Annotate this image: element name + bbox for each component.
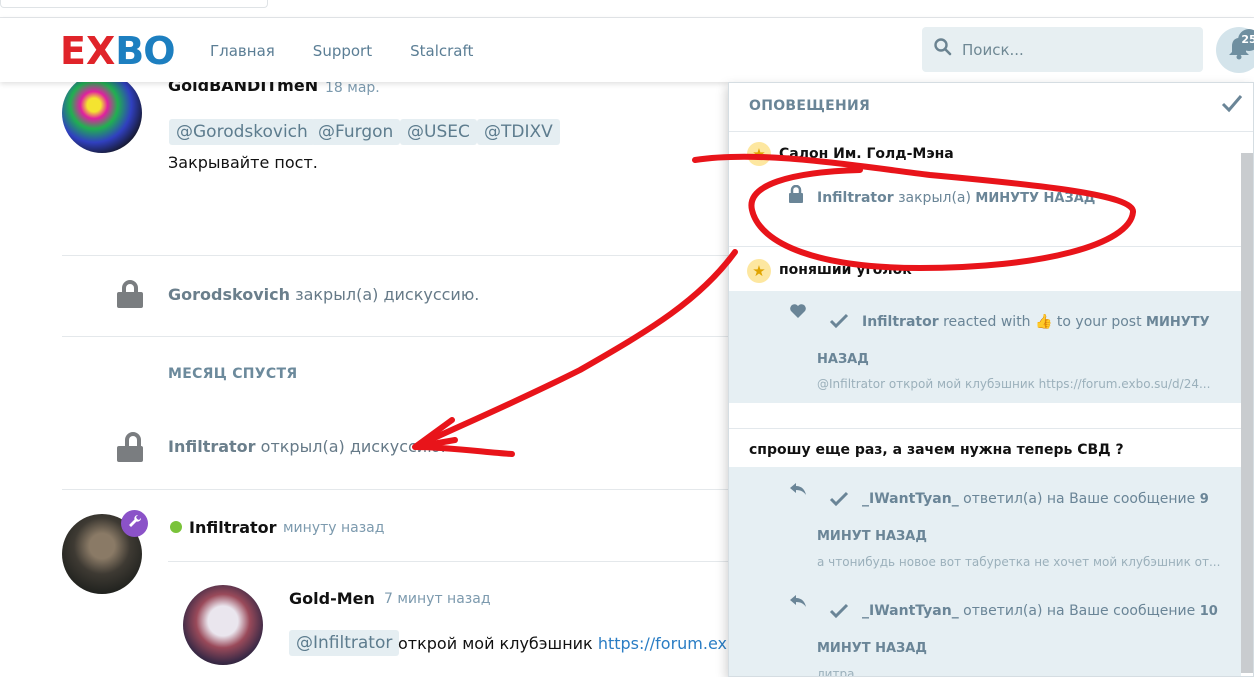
- group-separator: [729, 428, 1241, 429]
- reply-icon: [789, 592, 807, 613]
- avatar[interactable]: [62, 73, 142, 153]
- event-user[interactable]: Infiltrator: [168, 437, 256, 456]
- notification-item[interactable]: _IWantTyan_ ответил(а) на Ваше сообщение…: [862, 491, 1209, 507]
- event-user[interactable]: Gorodskovich: [168, 285, 290, 304]
- divider-line: [62, 489, 728, 490]
- notification-item[interactable]: _IWantTyan_ ответил(а) на Ваше сообщение…: [862, 603, 1218, 619]
- group-title[interactable]: Салон Им. Голд-Мэна: [779, 146, 954, 162]
- site-header: E X BO Главная Support Stalcraft Поиск... …: [0, 18, 1254, 82]
- notification-excerpt: а чтонибудь новое вот табуретка не хочет…: [817, 555, 1221, 569]
- annotation-arrow: [413, 249, 738, 457]
- main-nav: Главная Support Stalcraft: [210, 42, 473, 60]
- notification-count-badge: 25: [1238, 29, 1254, 51]
- wrench-icon: [121, 510, 148, 537]
- reply-icon: [789, 480, 807, 501]
- mention[interactable]: @USEC: [400, 119, 477, 145]
- group-title[interactable]: спрошу еще раз, а зачем нужна теперь СВД…: [749, 442, 1124, 458]
- time-gap-label: МЕСЯЦ СПУСТЯ: [168, 366, 298, 382]
- reply-time[interactable]: 7 минут назад: [384, 591, 491, 607]
- avatar[interactable]: [183, 585, 263, 665]
- scrollbar[interactable]: [1241, 153, 1253, 673]
- panel-title: ОПОВЕЩЕНИЯ: [749, 98, 871, 114]
- nav-stalcraft[interactable]: Stalcraft: [410, 42, 473, 60]
- notification-time: МИНУТ НАЗАД: [817, 641, 927, 656]
- check-icon: [829, 491, 849, 512]
- notification-excerpt: @Infiltrator открой мой клубэшник https:…: [817, 377, 1211, 391]
- mention[interactable]: @Gorodskovich: [169, 119, 315, 145]
- event-text: закрыл(а) дискуссию.: [295, 285, 480, 304]
- divider-line: [62, 336, 728, 337]
- group-separator: [729, 246, 1241, 247]
- check-icon: [829, 313, 849, 334]
- notification-time: МИНУТ НАЗАД: [817, 529, 927, 544]
- notification-time: НАЗАД: [817, 352, 869, 367]
- event-text: открыл(а) дискуссию.: [260, 437, 446, 456]
- search-input[interactable]: Поиск...: [922, 27, 1203, 72]
- divider-line: [62, 255, 728, 256]
- reply-link[interactable]: https://forum.exbo: [598, 634, 747, 653]
- mention[interactable]: @TDIXV: [477, 119, 560, 145]
- notification-excerpt: литра: [817, 667, 855, 677]
- thumbs-up-emoji: 👍: [1035, 314, 1053, 330]
- reply-body: открой мой клубэшник https://forum.exbo: [398, 634, 747, 653]
- browser-top-strip: [0, 0, 1254, 18]
- post-time[interactable]: 18 мар.: [325, 80, 380, 96]
- nav-support[interactable]: Support: [313, 42, 372, 60]
- search-icon: [934, 38, 952, 61]
- mark-all-read-icon[interactable]: [1221, 92, 1243, 120]
- post-time[interactable]: минуту назад: [283, 520, 384, 536]
- online-indicator: [170, 521, 182, 533]
- notification-item[interactable]: Infiltrator закрыл(а) МИНУТУ НАЗАД: [817, 190, 1095, 206]
- check-icon: [829, 603, 849, 624]
- post-body: Закрывайте пост.: [168, 153, 318, 172]
- reply-author[interactable]: Gold-Men: [289, 589, 375, 608]
- post-author: Infiltrator: [170, 518, 277, 537]
- star-icon: ★: [747, 259, 771, 283]
- mention[interactable]: @Furgon: [311, 119, 401, 145]
- search-placeholder: Поиск...: [962, 40, 1024, 59]
- lock-icon: [789, 184, 803, 208]
- panel-header: ОПОВЕЩЕНИЯ: [729, 83, 1253, 132]
- group-title[interactable]: поняший уголок: [779, 262, 912, 278]
- lock-icon: [117, 280, 143, 308]
- mention[interactable]: @Infiltrator: [289, 630, 400, 656]
- notifications-panel: ОПОВЕЩЕНИЯ ★ Салон Им. Голд-Мэна Infiltr…: [728, 82, 1254, 677]
- heart-icon: [789, 303, 807, 324]
- discussion-opened-event: Infiltrator открыл(а) дискуссию.: [168, 437, 446, 456]
- tab-fragment: [0, 0, 268, 8]
- divider-line: [168, 561, 728, 562]
- notification-text: Infiltrator reacted with 👍 to your post …: [862, 314, 1210, 330]
- star-icon: ★: [747, 142, 771, 166]
- nav-home[interactable]: Главная: [210, 42, 275, 60]
- notifications-button[interactable]: 25: [1216, 27, 1254, 73]
- exbo-logo[interactable]: E X BO: [60, 29, 176, 73]
- discussion-closed-event: Gorodskovich закрыл(а) дискуссию.: [168, 285, 479, 304]
- unlock-icon: [117, 432, 143, 462]
